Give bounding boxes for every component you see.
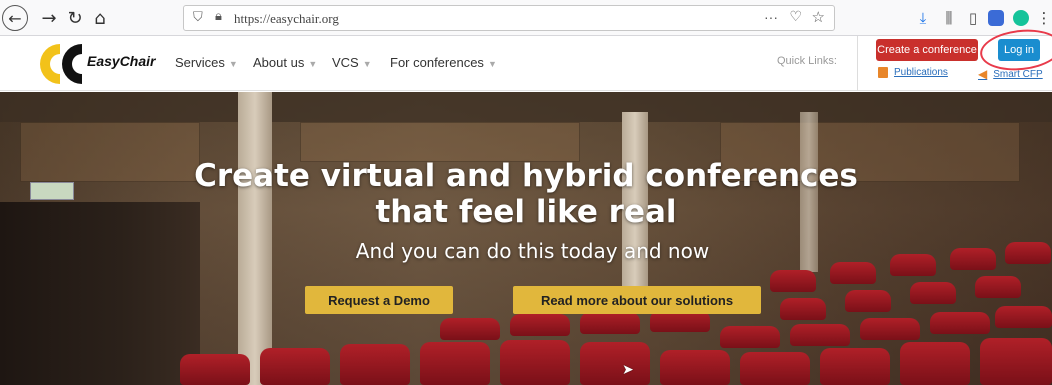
back-arrow-icon[interactable]: ←: [2, 5, 28, 31]
seat: [980, 338, 1052, 385]
create-conference-button[interactable]: Create a conference: [876, 39, 978, 61]
bookmark-star-icon[interactable]: ☆: [812, 8, 825, 26]
hero-title-line1: Create virtual and hybrid conferences: [194, 158, 858, 194]
seat: [845, 290, 891, 312]
seat: [260, 348, 330, 385]
smart-cfp-label: Smart CFP: [993, 68, 1043, 80]
seat: [420, 342, 490, 385]
request-demo-button[interactable]: Request a Demo: [305, 286, 453, 314]
hero-ceiling: [0, 92, 1052, 122]
seat: [740, 352, 810, 385]
seat: [860, 318, 920, 340]
hero-title: Create virtual and hybrid conferences th…: [0, 158, 1052, 230]
pocket-icon[interactable]: ♡: [789, 9, 802, 25]
page-actions-icon[interactable]: ···: [764, 9, 778, 25]
seat: [500, 340, 570, 385]
url-text[interactable]: https://easychair.org: [234, 11, 339, 27]
publications-link[interactable]: Publications: [878, 67, 948, 78]
sidebar-icon[interactable]: ▯: [963, 8, 983, 28]
seat: [580, 312, 640, 334]
logo-text: EasyChair: [87, 53, 156, 69]
wall-panel: [300, 122, 580, 162]
seat: [720, 326, 780, 348]
seat: [900, 342, 970, 385]
extension-icon[interactable]: [988, 10, 1004, 26]
nav-vcs[interactable]: VCS ▼: [332, 55, 372, 70]
seat: [780, 298, 826, 320]
hero-subtitle: And you can do this today and now: [355, 239, 710, 263]
header-divider: [857, 36, 858, 91]
home-icon[interactable]: ⌂: [87, 5, 113, 31]
seat: [770, 270, 816, 292]
seat: [910, 282, 956, 304]
megaphone-icon: ◀: [978, 67, 988, 81]
seat: [340, 344, 410, 385]
hero-title-line2: that feel like real: [375, 194, 677, 230]
mouse-cursor-icon: ➤: [622, 362, 634, 378]
tracking-shield-icon[interactable]: ⛉: [193, 10, 203, 25]
seat: [995, 306, 1052, 328]
lock-icon[interactable]: 🔒︎: [215, 9, 222, 24]
smart-cfp-link[interactable]: ◀ Smart CFP: [978, 67, 1043, 81]
logo-mark-icon: [40, 44, 82, 84]
seat: [580, 342, 650, 385]
seat: [790, 324, 850, 346]
seat: [830, 262, 876, 284]
publications-label: Publications: [894, 67, 948, 78]
easychair-logo[interactable]: EasyChair: [30, 38, 160, 88]
nav-about-us[interactable]: About us ▼: [253, 55, 317, 70]
hero-banner: Create virtual and hybrid conferences th…: [0, 92, 1052, 385]
site-header: EasyChair Services ▼ About us ▼ VCS ▼ For c…: [0, 25, 1052, 91]
seat: [930, 312, 990, 334]
seat: [975, 276, 1021, 298]
library-icon[interactable]: ⫼: [939, 8, 959, 28]
publications-icon: [878, 67, 888, 78]
read-more-solutions-button[interactable]: Read more about our solutions: [513, 286, 761, 314]
download-icon[interactable]: ⤓: [913, 8, 933, 28]
seat: [660, 350, 730, 385]
seat: [510, 314, 570, 336]
seat: [820, 348, 890, 385]
nav-services[interactable]: Services ▼: [175, 55, 238, 70]
grammarly-icon[interactable]: [1013, 10, 1029, 26]
browser-toolbar: ← → ↻ ⌂ ⛉ 🔒︎ https://easychair.org ··· ♡…: [0, 0, 1052, 36]
menu-icon[interactable]: ⋮: [1037, 8, 1052, 28]
reload-icon[interactable]: ↻: [62, 5, 88, 31]
forward-arrow-icon[interactable]: →: [36, 5, 62, 31]
seat: [180, 354, 250, 385]
seat: [440, 318, 500, 340]
nav-for-conferences[interactable]: For conferences ▼: [390, 55, 497, 70]
quick-links-label: Quick Links:: [777, 55, 837, 67]
url-bar[interactable]: ⛉ 🔒︎ https://easychair.org ··· ♡ ☆: [183, 5, 835, 31]
